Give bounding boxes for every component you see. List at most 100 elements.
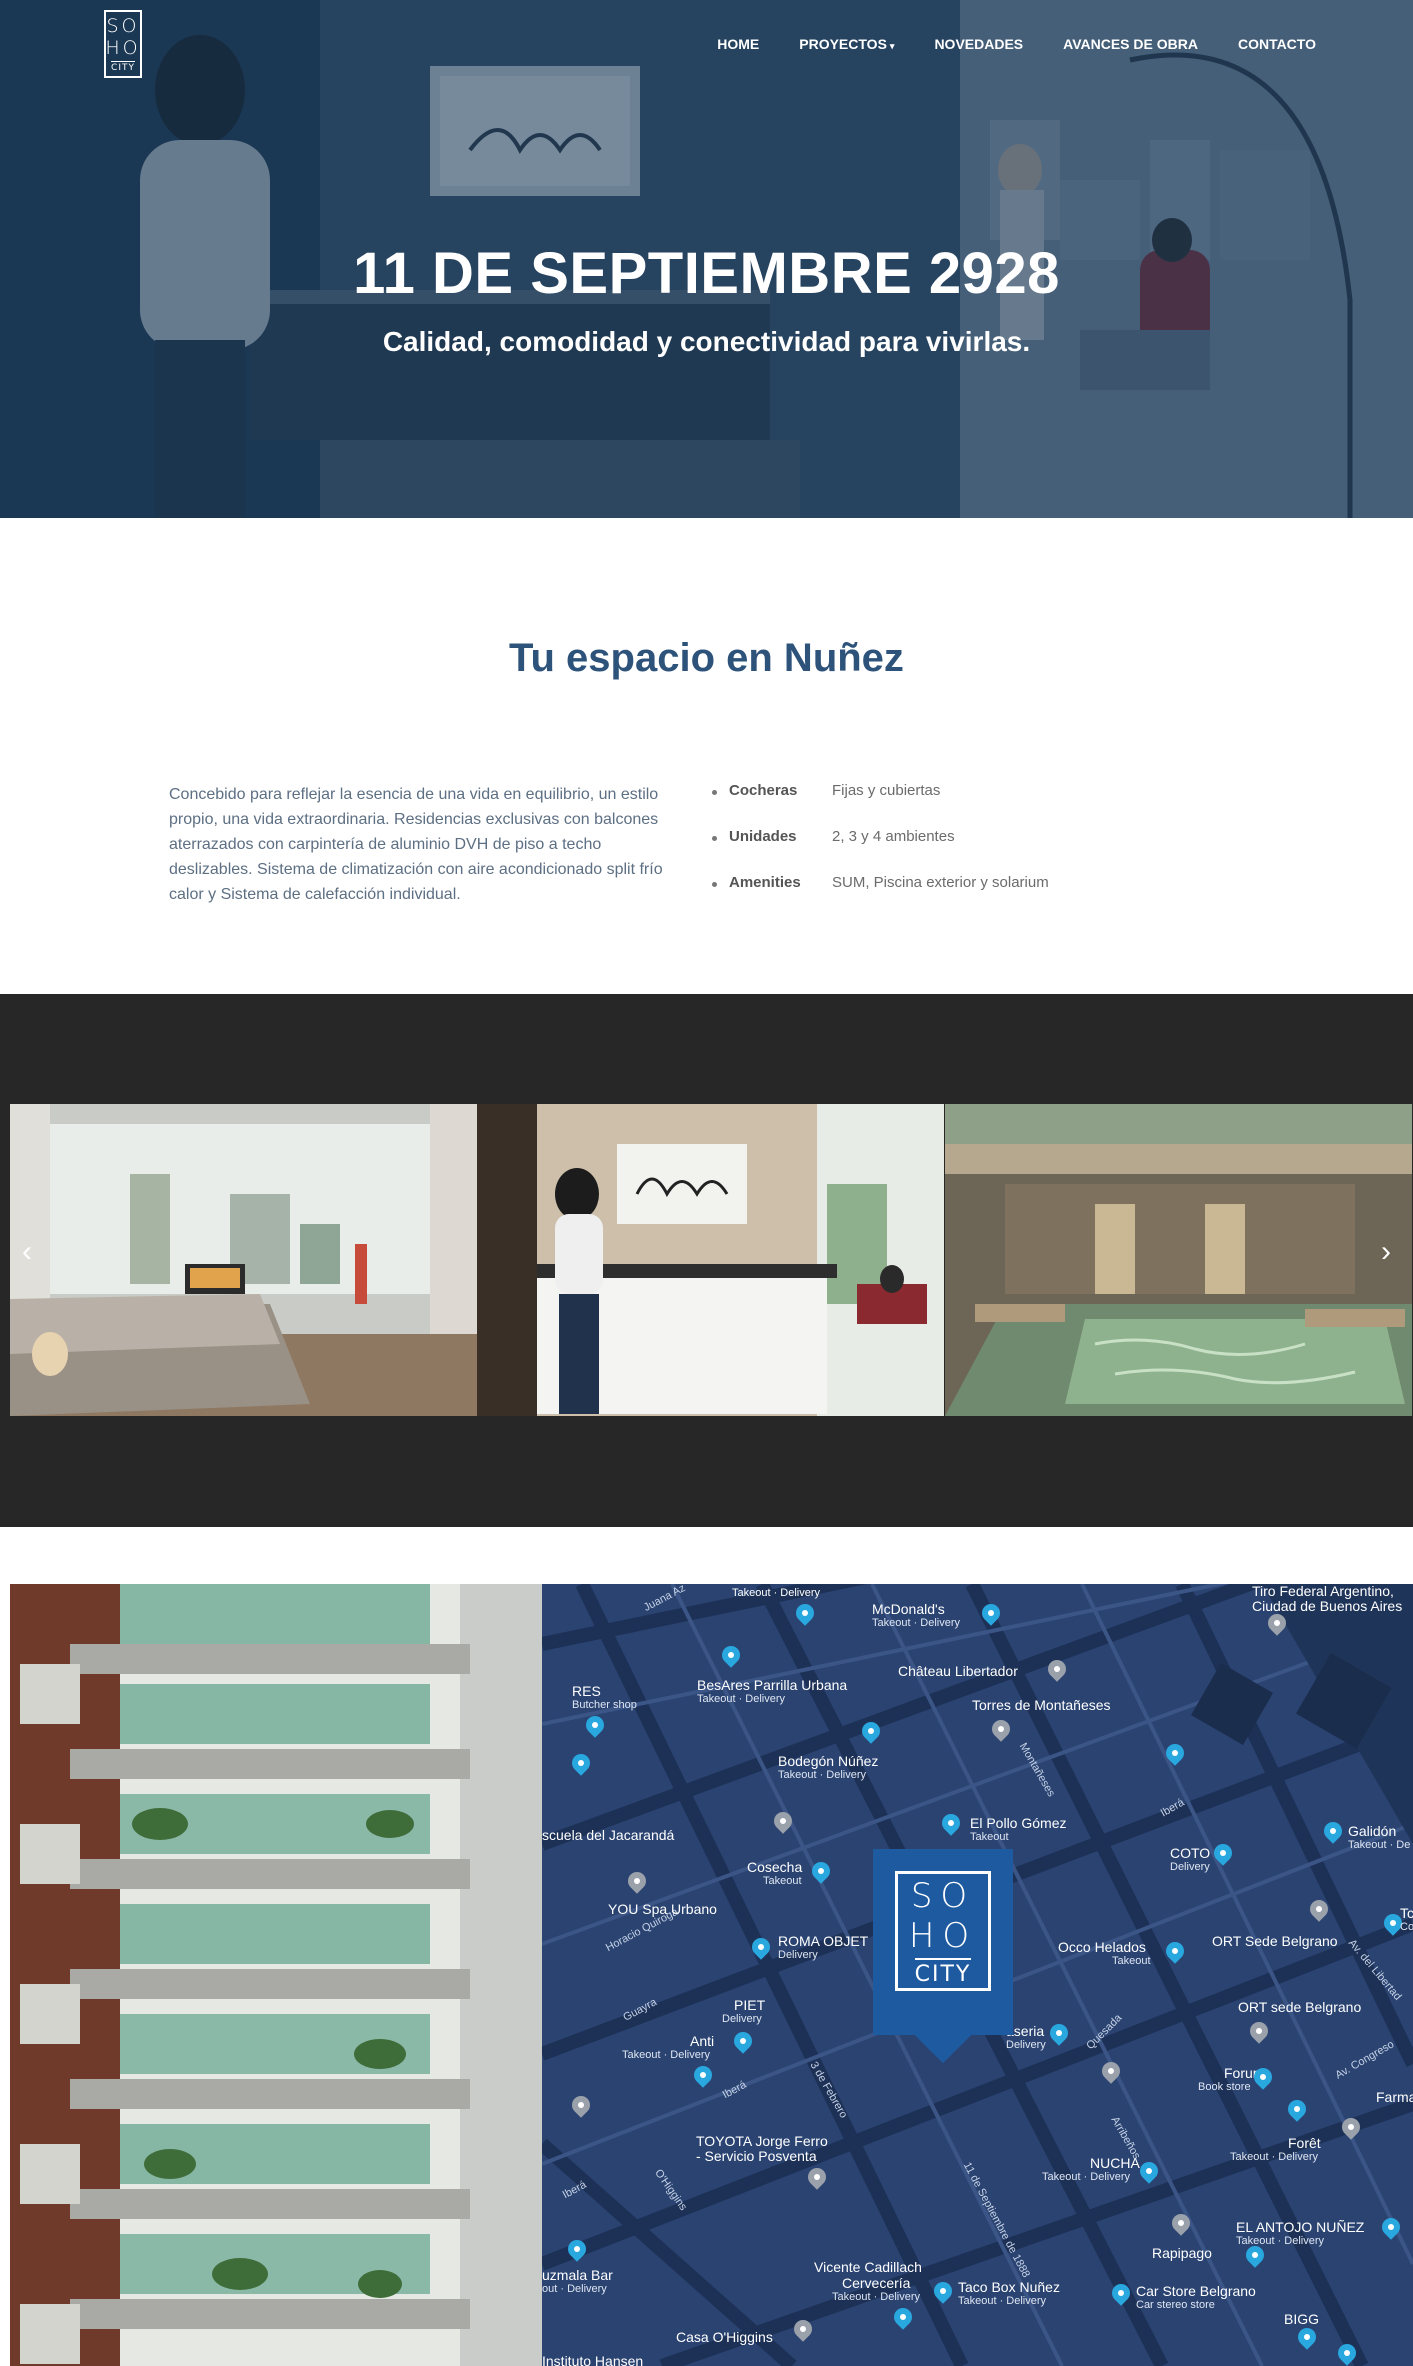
location-map[interactable]: Juana Az Montañeses Iberá Horacio Quirog… bbox=[542, 1584, 1413, 2366]
bedroom-illustration bbox=[10, 1104, 477, 1416]
place-subtitle: Co bbox=[1400, 1921, 1413, 1933]
place-name: El Pollo Gómez bbox=[970, 1815, 1067, 1831]
place-name: ORT Sede Belgrano bbox=[1212, 1933, 1338, 1949]
logo-line-2: HO bbox=[105, 37, 141, 59]
map-place[interactable]: Casa O'Higgins bbox=[676, 2330, 773, 2345]
gallery-image-spa[interactable] bbox=[944, 1104, 1412, 1416]
map-place[interactable]: Instituto Hansen bbox=[542, 2354, 643, 2366]
marker-logo-line-2: HO bbox=[908, 1915, 978, 1956]
map-place[interactable]: Car Store Belgrano Car stereo store bbox=[1136, 2284, 1256, 2312]
map-place[interactable]: NUCHA Takeout · Delivery bbox=[1042, 2155, 1140, 2184]
map-place[interactable]: BIGG bbox=[1284, 2312, 1319, 2327]
map-place[interactable]: Cosecha Takeout bbox=[747, 1860, 802, 1888]
map-place[interactable]: Takeout · Delivery bbox=[732, 1584, 820, 1601]
place-subtitle: Butcher shop bbox=[572, 1699, 637, 1711]
feature-key: Cocheras bbox=[729, 782, 798, 799]
map-place[interactable]: RES Butcher shop bbox=[572, 1683, 637, 1712]
place-subtitle: Takeout bbox=[970, 1831, 1009, 1843]
place-subtitle: - Servicio Posventa bbox=[696, 2148, 817, 2164]
place-name: TOYOTA Jorge Ferro bbox=[696, 2133, 828, 2149]
map-place[interactable]: Cervecería Takeout · Delivery bbox=[832, 2276, 920, 2304]
map-place[interactable]: Taco Box Nuñez Takeout · Delivery bbox=[958, 2280, 1060, 2308]
map-place[interactable]: Farma bbox=[1376, 2090, 1413, 2105]
map-place[interactable]: ORT Sede Belgrano bbox=[1212, 1934, 1338, 1949]
place-name: Anti bbox=[690, 2033, 715, 2049]
map-place[interactable]: Tiro Federal Argentino, Ciudad de Buenos … bbox=[1252, 1584, 1402, 1614]
building-facade-image bbox=[10, 1584, 542, 2366]
place-name: YOU Spa Urbano bbox=[608, 1901, 717, 1917]
place-name: Farma bbox=[1376, 2089, 1413, 2105]
logo-line-1: SO bbox=[106, 15, 140, 37]
gallery-image-kitchen[interactable] bbox=[477, 1104, 945, 1416]
place-name: EL ANTOJO NUÑEZ bbox=[1236, 2219, 1365, 2235]
marker-logo-line-1: SO bbox=[910, 1875, 976, 1916]
place-subtitle: Delivery bbox=[1006, 2039, 1046, 2051]
map-place[interactable]: scuela del Jacarandá bbox=[542, 1828, 674, 1843]
place-subtitle: Takeout · Delivery bbox=[778, 1769, 867, 1781]
nav-avances-de-obra[interactable]: AVANCES DE OBRA bbox=[1063, 36, 1198, 52]
place-subtitle: Takeout · De bbox=[1348, 1839, 1411, 1851]
place-subtitle: Takeout bbox=[763, 1875, 802, 1887]
map-place[interactable]: Vicente Cadillach bbox=[814, 2260, 922, 2275]
location-section: Juana Az Montañeses Iberá Horacio Quirog… bbox=[10, 1584, 1413, 2366]
chevron-down-icon: ▾ bbox=[889, 41, 895, 51]
place-name: Tiro Federal Argentino, bbox=[1252, 1584, 1394, 1599]
section-title: Tu espacio en Nuñez bbox=[509, 636, 904, 680]
place-name: Vicente Cadillach bbox=[814, 2259, 922, 2275]
nav-contacto[interactable]: CONTACTO bbox=[1238, 36, 1316, 52]
map-place[interactable]: ORT sede Belgrano bbox=[1238, 2000, 1361, 2015]
map-place[interactable]: ROMA OBJET Delivery bbox=[778, 1934, 868, 1962]
map-place[interactable]: BesAres Parrilla Urbana Takeout · Deliver… bbox=[697, 1677, 848, 1706]
place-subtitle: Takeout · Delivery bbox=[697, 1693, 786, 1705]
nav-proyectos[interactable]: PROYECTOS ▾ bbox=[799, 36, 894, 52]
place-name: Forêt bbox=[1288, 2135, 1321, 2151]
place-subtitle: Delivery bbox=[1170, 1861, 1210, 1873]
place-subtitle: Delivery bbox=[722, 2013, 762, 2025]
map-place[interactable]: Torres de Montañeses bbox=[972, 1698, 1111, 1713]
nav-home[interactable]: HOME bbox=[717, 36, 759, 52]
map-place[interactable]: TOYOTA Jorge Ferro - Servicio Posventa bbox=[696, 2134, 828, 2164]
spa-illustration bbox=[944, 1104, 1412, 1416]
place-subtitle: Takeout · Delivery bbox=[622, 2049, 711, 2061]
hero-title: 11 DE SEPTIEMBRE 2928 bbox=[353, 241, 1060, 306]
place-name: BIGG bbox=[1284, 2311, 1320, 2327]
map-place[interactable]: McDonald's Takeout · Delivery bbox=[872, 1602, 960, 1630]
map-place[interactable]: Occo Helados Takeout bbox=[1058, 1940, 1151, 1968]
chevron-left-icon[interactable]: ‹ bbox=[22, 1237, 32, 1267]
place-name: Galidón bbox=[1348, 1823, 1397, 1839]
place-name: RES bbox=[572, 1683, 601, 1699]
map-place[interactable]: uzmala Bar out · Delivery bbox=[542, 2267, 613, 2296]
place-subtitle: out · Delivery bbox=[542, 2283, 607, 2295]
place-name: uzmala Bar bbox=[542, 2267, 613, 2283]
balconies bbox=[70, 1584, 470, 2329]
soho-city-map-marker[interactable]: SO HO CITY bbox=[873, 1849, 1013, 2064]
place-name: BesAres Parrilla Urbana bbox=[697, 1677, 848, 1693]
place-subtitle: Takeout · Delivery bbox=[1230, 2151, 1319, 2163]
map-place[interactable]: Château Libertador bbox=[898, 1664, 1018, 1679]
nav-novedades[interactable]: NOVEDADES bbox=[934, 36, 1023, 52]
logo-line-3: CITY bbox=[111, 61, 135, 73]
map-place[interactable]: Forêt Takeout · Delivery bbox=[1230, 2135, 1321, 2164]
chevron-right-icon[interactable]: › bbox=[1381, 1237, 1391, 1267]
feature-list: Cocheras Fijas y cubiertas Unidades 2, 3 y… bbox=[712, 782, 1132, 920]
map-place[interactable]: YOU Spa Urbano bbox=[608, 1902, 717, 1917]
map-place[interactable]: Bodegón Núñez Takeout · Delivery bbox=[778, 1754, 878, 1782]
place-name: Rapipago bbox=[1152, 2245, 1212, 2261]
map-place[interactable]: Galidón Takeout · De bbox=[1348, 1823, 1411, 1852]
map-place[interactable]: COTO Delivery bbox=[1170, 1846, 1210, 1874]
place-name: Torres de Montañeses bbox=[972, 1697, 1111, 1713]
feature-item: Unidades 2, 3 y 4 ambientes bbox=[712, 828, 1132, 874]
place-name: NUCHA bbox=[1090, 2155, 1140, 2171]
map-place[interactable]: Rapipago bbox=[1152, 2246, 1212, 2261]
gallery-image-bedroom[interactable] bbox=[10, 1104, 477, 1416]
kitchen-illustration bbox=[477, 1104, 945, 1416]
map-place[interactable]: EL ANTOJO NUÑEZ Takeout · Delivery bbox=[1236, 2219, 1365, 2248]
place-name: ORT sede Belgrano bbox=[1238, 1999, 1362, 2015]
marker-logo-line-3: CITY bbox=[914, 1957, 972, 1987]
map-place[interactable]: El Pollo Gómez Takeout bbox=[970, 1815, 1067, 1844]
map-place[interactable]: PIET Delivery bbox=[722, 1998, 765, 2026]
gallery-carousel: ‹ › bbox=[0, 994, 1413, 1527]
map-place[interactable]: Tc Co bbox=[1400, 1906, 1413, 1934]
site-logo[interactable]: SO HO CITY bbox=[104, 10, 142, 78]
map-place[interactable]: Anti Takeout · Delivery bbox=[622, 2033, 715, 2062]
